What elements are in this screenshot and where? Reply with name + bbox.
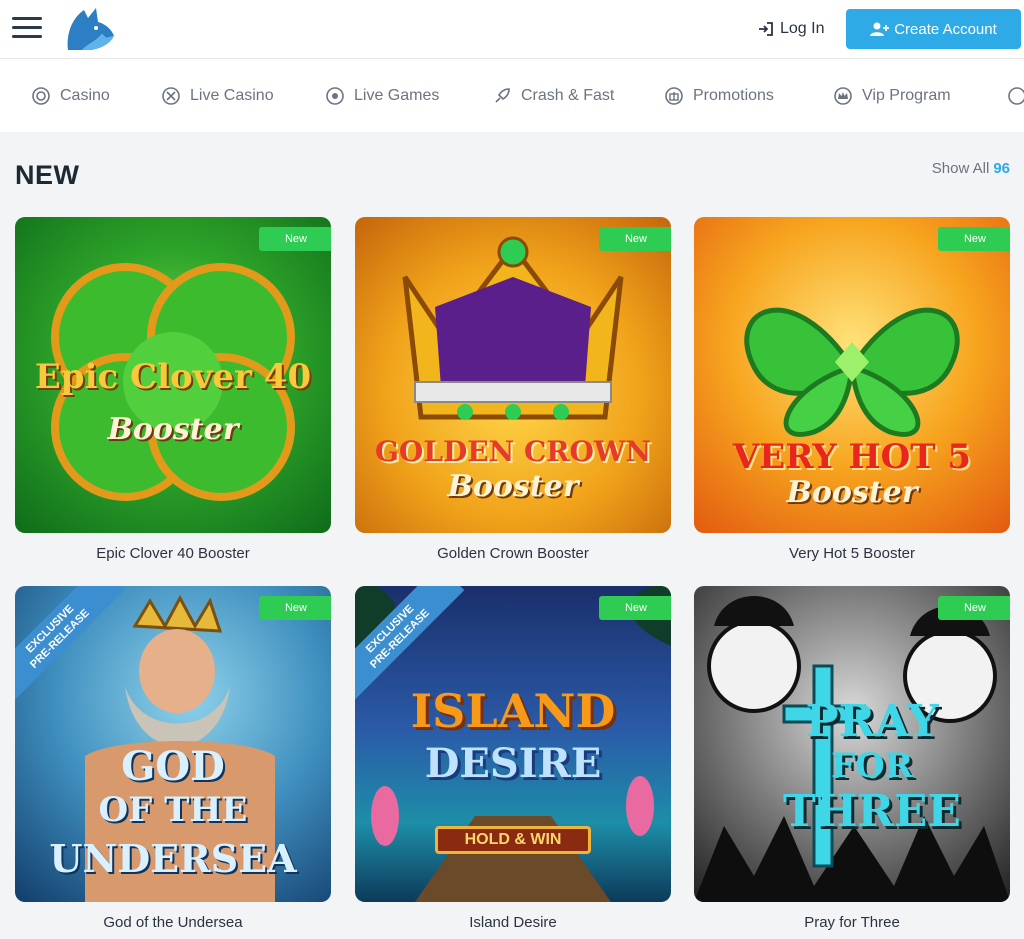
nav-item-crash-fast[interactable]: Crash & Fast [493, 85, 614, 107]
gift-icon [665, 87, 683, 105]
nav-item-live-games[interactable]: Live Games [326, 85, 439, 107]
login-link[interactable]: Log In [758, 18, 824, 40]
game-art-subtitle: Booster [107, 412, 239, 447]
nav-item-label: Casino [60, 87, 110, 104]
nav-item-promotions[interactable]: Promotions [665, 85, 774, 107]
new-badge: New [599, 227, 671, 251]
casino-chip-icon [32, 87, 50, 105]
game-art-title-line-2: FOR [830, 746, 913, 786]
new-badge: New [259, 596, 331, 620]
game-art-title: GOLDEN CROWN [375, 435, 651, 468]
game-thumbnail[interactable]: VERY HOT 5 Booster New [694, 217, 1010, 533]
new-badge: New [938, 596, 1010, 620]
game-title[interactable]: Island Desire [355, 914, 671, 931]
category-nav: Casino Live Casino Live Games Crash & Fa… [0, 58, 1024, 132]
game-thumbnail[interactable]: PRAY FOR THREE New [694, 586, 1010, 902]
game-art-subtitle: Booster [786, 475, 918, 510]
game-title[interactable]: Golden Crown Booster [355, 545, 671, 562]
top-header: Log In Create Account [0, 0, 1024, 58]
create-account-button[interactable]: Create Account [846, 9, 1021, 49]
game-art-title: VERY HOT 5 [732, 437, 972, 477]
game-card[interactable]: GOLDEN CROWN Booster New Golden Crown Bo… [355, 217, 671, 562]
show-all-label: Show All [931, 160, 990, 177]
game-title[interactable]: Epic Clover 40 Booster [15, 545, 331, 562]
section-title: NEW [15, 160, 80, 190]
create-account-label: Create Account [894, 20, 997, 38]
game-art-title-line-1: GOD [121, 743, 225, 790]
game-thumbnail[interactable]: Epic Clover 40 Booster New [15, 217, 331, 533]
crown-icon [834, 87, 852, 105]
game-art-title: Epic Clover 40 [34, 357, 312, 397]
hold-and-win-banner: HOLD & WIN [435, 826, 591, 854]
game-art-title-line-3: UNDERSEA [49, 836, 297, 881]
game-card[interactable]: PRAY FOR THREE New Pray for Three [694, 586, 1010, 931]
game-thumbnail[interactable]: GOLDEN CROWN Booster New [355, 217, 671, 533]
game-title[interactable]: God of the Undersea [15, 914, 331, 931]
show-all-count: 96 [993, 160, 1010, 177]
nav-item-live-casino[interactable]: Live Casino [162, 85, 274, 107]
nav-item-label: Vip Program [862, 87, 951, 104]
show-all-link[interactable]: Show All 96 [932, 160, 1010, 177]
new-badge: New [259, 227, 331, 251]
game-thumbnail[interactable]: GOD OF THE UNDERSEA EXCLUSIVE PRE-RELEAS… [15, 586, 331, 902]
login-icon [759, 22, 773, 36]
game-art-title-line-1: PRAY [805, 696, 939, 747]
live-games-icon [326, 87, 344, 105]
game-art-subtitle: DESIRE [424, 740, 602, 787]
nav-overflow-indicator[interactable] [1008, 85, 1024, 107]
nav-item-casino[interactable]: Casino [32, 85, 110, 107]
game-card[interactable]: ISLAND DESIRE HOLD & WIN EXCLUSIVE PRE-R… [355, 586, 671, 931]
game-title[interactable]: Pray for Three [694, 914, 1010, 931]
add-user-icon [870, 22, 890, 36]
game-art-title-line-3: THREE [783, 786, 961, 837]
new-badge: New [599, 596, 671, 620]
more-icon [1008, 87, 1024, 105]
nav-item-label: Live Games [354, 87, 440, 104]
game-card[interactable]: Epic Clover 40 Booster New Epic Clover 4… [15, 217, 331, 562]
live-casino-icon [162, 87, 180, 105]
nav-item-label: Promotions [693, 87, 774, 104]
new-badge: New [938, 227, 1010, 251]
rocket-icon [495, 88, 510, 103]
nav-item-label: Crash & Fast [521, 87, 615, 104]
game-thumbnail[interactable]: ISLAND DESIRE HOLD & WIN EXCLUSIVE PRE-R… [355, 586, 671, 902]
nav-item-vip-program[interactable]: Vip Program [834, 85, 951, 107]
wolf-logo-icon[interactable] [62, 4, 116, 54]
nav-item-label: Live Casino [190, 87, 274, 104]
game-card[interactable]: VERY HOT 5 Booster New Very Hot 5 Booste… [694, 217, 1010, 562]
hamburger-icon[interactable] [12, 17, 42, 39]
game-card[interactable]: GOD OF THE UNDERSEA EXCLUSIVE PRE-RELEAS… [15, 586, 331, 931]
game-art-title: ISLAND [410, 684, 616, 738]
game-title[interactable]: Very Hot 5 Booster [694, 545, 1010, 562]
game-art-title-line-2: OF THE [98, 790, 248, 830]
login-label: Log In [780, 20, 825, 37]
game-art-subtitle: Booster [447, 469, 579, 504]
